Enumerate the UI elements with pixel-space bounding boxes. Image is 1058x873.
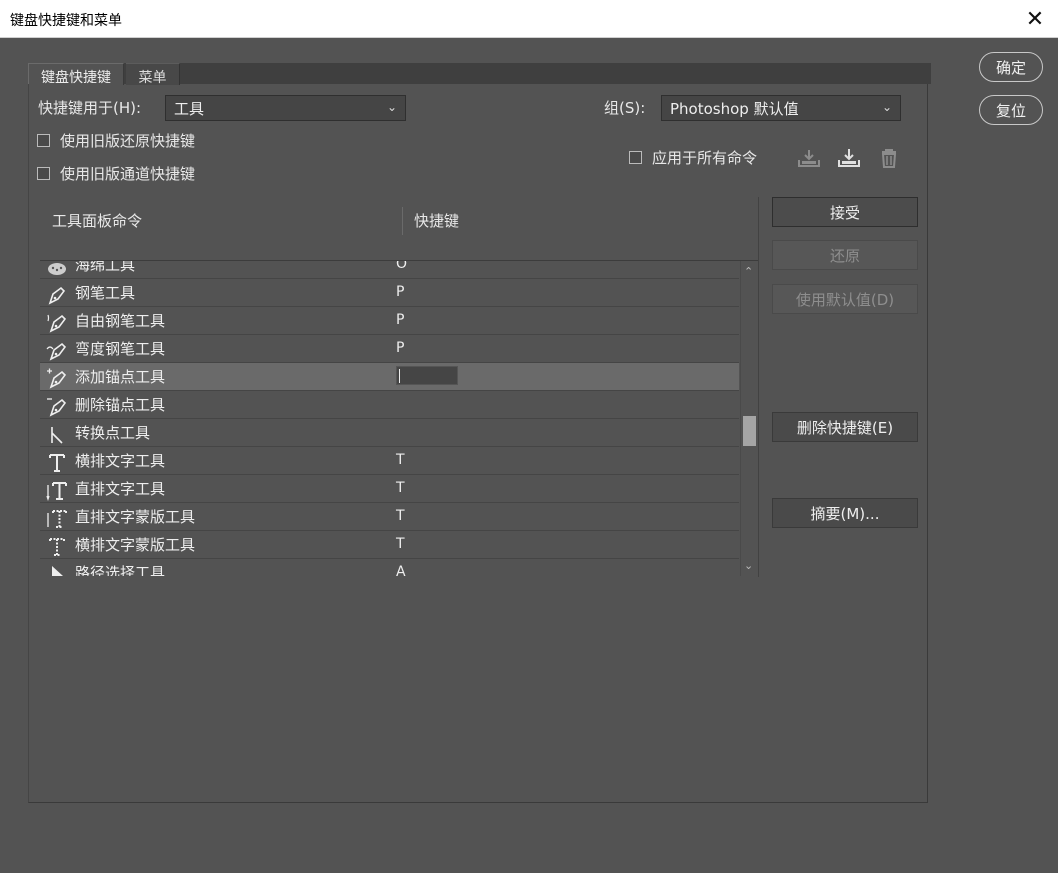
pen-icon	[48, 286, 66, 305]
scroll-up-icon[interactable]: ⌃	[744, 265, 753, 278]
legacy-channel-checkbox[interactable]	[37, 167, 50, 180]
chevron-down-icon: ⌄	[881, 100, 892, 114]
legacy-undo-checkbox[interactable]	[37, 134, 50, 147]
save-set-icon[interactable]	[796, 147, 822, 169]
close-button[interactable]: ✕	[1012, 0, 1058, 38]
table-row[interactable]: 路径选择工具 A	[40, 559, 739, 576]
vertical-type-icon	[46, 482, 67, 501]
legacy-undo-label: 使用旧版还原快捷键	[60, 132, 196, 150]
row-shortcut[interactable]: P	[396, 340, 404, 356]
table-row[interactable]: 横排文字工具 T	[40, 447, 739, 475]
row-shortcut[interactable]: O	[396, 261, 407, 272]
list-scrollbar[interactable]: ⌃ ⌄	[740, 261, 758, 576]
scroll-thumb[interactable]	[743, 416, 756, 446]
vertical-type-mask-icon	[47, 510, 67, 528]
row-shortcut[interactable]: T	[396, 480, 405, 496]
group-label: 组(S):	[604, 99, 646, 117]
path-selection-icon	[52, 566, 63, 576]
ok-button[interactable]: 确定	[979, 52, 1043, 82]
row-name: 直排文字蒙版工具	[75, 508, 196, 526]
row-shortcut[interactable]: P	[396, 312, 404, 328]
sponge-icon	[48, 263, 66, 275]
table-row[interactable]: 添加锚点工具	[40, 363, 739, 391]
curvature-pen-icon	[46, 342, 67, 361]
shortcuts-for-value: 工具	[174, 100, 205, 118]
apply-all-label: 应用于所有命令	[652, 149, 758, 167]
shortcut-list: 海绵工具 O 钢笔工具 P 自由钢笔工具 P 弯度钢笔工具 P 添加锚点工具 删…	[40, 261, 739, 576]
column-shortcut-header[interactable]: 快捷键	[414, 210, 459, 231]
table-row[interactable]: 删除锚点工具	[40, 391, 739, 419]
row-name: 钢笔工具	[75, 284, 136, 302]
chevron-down-icon: ⌄	[386, 100, 397, 114]
delete-anchor-icon	[47, 398, 67, 417]
window-title: 键盘快捷键和菜单	[10, 13, 122, 29]
tab-menus[interactable]: 菜单	[126, 63, 180, 86]
apply-all-checkbox[interactable]	[629, 151, 642, 164]
row-shortcut[interactable]: P	[396, 284, 404, 300]
title-bar: 键盘快捷键和菜单 ✕	[0, 0, 1058, 38]
reset-button[interactable]: 复位	[979, 95, 1043, 125]
column-divider[interactable]	[402, 207, 403, 235]
row-shortcut[interactable]: T	[396, 452, 405, 468]
table-row[interactable]: 横排文字蒙版工具 T	[40, 531, 739, 559]
row-name: 横排文字蒙版工具	[75, 536, 196, 554]
row-name: 横排文字工具	[75, 452, 166, 470]
tab-keyboard-shortcuts[interactable]: 键盘快捷键	[28, 63, 124, 86]
list-border	[758, 197, 759, 577]
group-value: Photoshop 默认值	[670, 100, 799, 118]
table-row[interactable]: 转换点工具	[40, 419, 739, 447]
add-anchor-icon	[47, 368, 67, 389]
accept-button[interactable]: 接受	[772, 197, 918, 227]
row-name: 路径选择工具	[75, 564, 166, 576]
table-row[interactable]: 直排文字工具 T	[40, 475, 739, 503]
row-name: 弯度钢笔工具	[75, 340, 166, 358]
horizontal-type-mask-icon	[49, 538, 65, 556]
row-shortcut[interactable]: A	[396, 564, 406, 576]
delete-shortcut-button[interactable]: 删除快捷键(E)	[772, 412, 918, 442]
new-set-icon[interactable]	[836, 147, 862, 169]
shortcuts-for-select[interactable]: 工具 ⌄	[165, 95, 406, 121]
scroll-down-icon[interactable]: ⌄	[744, 559, 753, 572]
undo-button[interactable]: 还原	[772, 240, 918, 270]
row-shortcut[interactable]: T	[396, 508, 405, 524]
horizontal-type-icon	[49, 454, 65, 472]
row-name: 转换点工具	[75, 424, 151, 442]
table-row[interactable]: 弯度钢笔工具 P	[40, 335, 739, 363]
row-name: 添加锚点工具	[75, 368, 166, 386]
shortcut-edit-field[interactable]	[396, 366, 458, 385]
trash-icon[interactable]	[876, 147, 902, 169]
row-name: 自由钢笔工具	[75, 312, 166, 330]
table-row[interactable]: 海绵工具 O	[40, 261, 739, 279]
summarize-button[interactable]: 摘要(M)...	[772, 498, 918, 528]
shortcuts-for-label: 快捷键用于(H):	[38, 99, 142, 117]
use-default-button[interactable]: 使用默认值(D)	[772, 284, 918, 314]
column-header-row	[40, 197, 758, 261]
table-row[interactable]: 钢笔工具 P	[40, 279, 739, 307]
row-name: 删除锚点工具	[75, 396, 166, 414]
column-command-header[interactable]: 工具面板命令	[52, 210, 142, 231]
row-shortcut[interactable]: T	[396, 536, 405, 552]
convert-point-icon	[51, 427, 63, 444]
table-row[interactable]: 自由钢笔工具 P	[40, 307, 739, 335]
row-name: 海绵工具	[75, 261, 136, 274]
table-row[interactable]: 直排文字蒙版工具 T	[40, 503, 739, 531]
row-name: 直排文字工具	[75, 480, 166, 498]
freeform-pen-icon	[47, 314, 67, 333]
group-select[interactable]: Photoshop 默认值 ⌄	[661, 95, 901, 121]
legacy-channel-label: 使用旧版通道快捷键	[60, 165, 196, 183]
